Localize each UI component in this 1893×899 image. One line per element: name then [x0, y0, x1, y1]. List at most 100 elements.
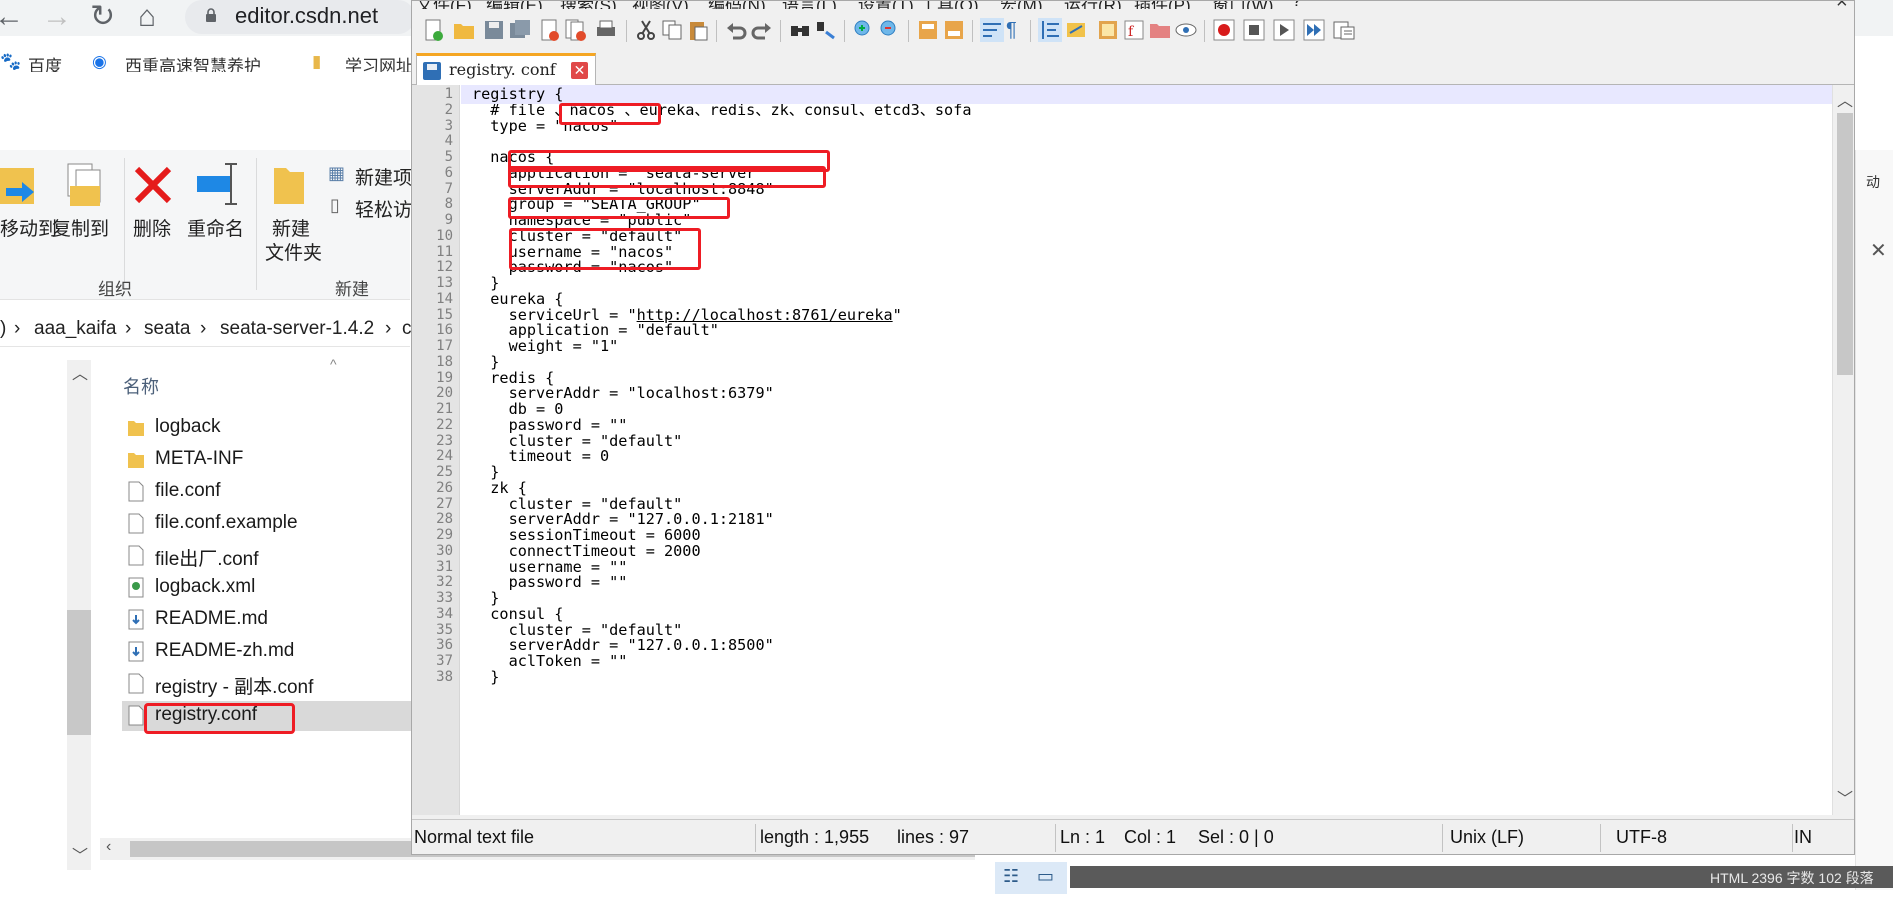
menu-item[interactable]: 编辑(E): [486, 1, 543, 9]
code-editor[interactable]: 1 2 3 4 5 6 7 8 9 10 11 12 13 14 15 16 17 18 19 20 21 22 23 24 2…: [412, 85, 1832, 815]
menu-item[interactable]: ?: [1292, 1, 1301, 9]
status-divider: [1442, 824, 1443, 852]
zoom-in-icon[interactable]: [852, 18, 876, 42]
breadcrumb-aaa-kaifa[interactable]: aaa_kaifa: [34, 318, 116, 340]
menu-item[interactable]: 工具(O): [920, 1, 979, 9]
column-header-name[interactable]: 名称: [123, 373, 159, 399]
print-icon[interactable]: [594, 18, 618, 42]
tab-registry-conf[interactable]: registry. conf ✕: [416, 53, 596, 86]
menu-item[interactable]: 文件(F): [416, 1, 472, 9]
menu-item[interactable]: 插件(P): [1134, 1, 1191, 9]
reload-icon[interactable]: ↻: [90, 2, 115, 32]
breadcrumb[interactable]: ) › aaa_kaifa › seata › seata-server-1.4…: [0, 315, 412, 347]
macro-play-icon[interactable]: [1272, 18, 1296, 42]
status-encoding[interactable]: UTF-8: [1616, 827, 1667, 848]
rename-button[interactable]: 重命名: [187, 214, 244, 241]
find-icon[interactable]: [788, 18, 812, 42]
scroll-up-icon[interactable]: ︿: [1837, 87, 1853, 111]
cut-icon[interactable]: [634, 18, 658, 42]
open-file-icon[interactable]: [452, 18, 476, 42]
scroll-thumb[interactable]: [1837, 113, 1853, 375]
menu-item[interactable]: 搜索(S): [560, 1, 617, 9]
editor-scrollbar[interactable]: ︿ ﹀: [1832, 85, 1854, 815]
file-row[interactable]: registry - 副本.conf: [122, 669, 412, 699]
function-list-icon[interactable]: f: [1122, 18, 1146, 42]
easy-access-button[interactable]: 轻松访: [355, 195, 412, 222]
file-row[interactable]: README.md: [122, 605, 412, 635]
folder-workspace-icon[interactable]: [1148, 18, 1172, 42]
zoom-out-icon[interactable]: [878, 18, 902, 42]
monitoring-eye-icon[interactable]: [1174, 18, 1198, 42]
url-link[interactable]: http://localhost:8761/eureka: [637, 306, 893, 324]
scroll-thumb[interactable]: [67, 610, 91, 735]
scroll-down-icon[interactable]: ﹀: [1837, 785, 1853, 809]
define-language-icon[interactable]: [1064, 18, 1088, 42]
sync-vertical-icon[interactable]: [916, 18, 940, 42]
line-number-gutter: 1 2 3 4 5 6 7 8 9 10 11 12 13 14 15 16 17 18 19 20 21 22 23 24 2…: [412, 85, 460, 815]
annotation-box-namespace: [508, 197, 730, 219]
word-wrap-icon[interactable]: [980, 18, 1004, 42]
bookmark-study[interactable]: 学习网址: [345, 52, 413, 72]
url-text: editor.csdn.net: [235, 3, 379, 28]
close-all-icon[interactable]: [564, 18, 588, 42]
sync-horizontal-icon[interactable]: [942, 18, 966, 42]
file-row[interactable]: file.conf.example: [122, 509, 412, 539]
view-toggle[interactable]: ☷ ▭: [995, 862, 1067, 894]
new-folder-label-1[interactable]: 新建: [272, 214, 310, 241]
menu-item[interactable]: 窗口(W): [1212, 1, 1273, 9]
file-row[interactable]: file.conf: [122, 477, 412, 507]
breadcrumb-seata-server[interactable]: seata-server-1.4.2: [220, 318, 374, 340]
new-folder-label-2[interactable]: 文件夹: [265, 238, 322, 265]
bookmark-xizhong[interactable]: 西重高速智慧养护: [125, 52, 261, 72]
file-name: README.md: [155, 608, 268, 629]
menu-item[interactable]: 运行(R): [1064, 1, 1122, 9]
paste-icon[interactable]: [686, 18, 710, 42]
close-file-icon[interactable]: [538, 18, 562, 42]
file-row[interactable]: logback: [122, 413, 412, 443]
file-row[interactable]: META-INF: [122, 445, 412, 475]
home-icon[interactable]: ⌂: [138, 2, 156, 32]
save-all-icon[interactable]: [508, 18, 532, 42]
tab-close-icon[interactable]: ✕: [571, 62, 588, 79]
menu-item[interactable]: 宏(M): [1000, 1, 1042, 9]
new-item-button[interactable]: 新建项: [355, 163, 412, 190]
menu-item[interactable]: 语言(L): [782, 1, 837, 9]
undo-icon[interactable]: [724, 18, 748, 42]
status-eol[interactable]: Unix (LF): [1450, 827, 1524, 848]
macro-stop-icon[interactable]: [1242, 18, 1266, 42]
scroll-down-icon[interactable]: ﹀: [72, 842, 88, 866]
menu-item[interactable]: 编码(N): [708, 1, 766, 9]
move-to-button[interactable]: 移动到: [0, 214, 57, 241]
delete-button[interactable]: 删除: [133, 214, 171, 241]
back-arrow-icon[interactable]: ←: [0, 2, 24, 32]
toolbar-separator: [972, 20, 973, 42]
file-row[interactable]: README-zh.md: [122, 637, 412, 667]
indent-guide-icon[interactable]: [1038, 18, 1062, 42]
forward-arrow-icon[interactable]: →: [42, 2, 72, 32]
bookmark-baidu[interactable]: 百度: [28, 52, 62, 72]
redo-icon[interactable]: [750, 18, 774, 42]
doc-map-icon[interactable]: [1096, 18, 1120, 42]
scroll-up-icon[interactable]: ︿: [72, 360, 88, 384]
details-view-icon[interactable]: ☷: [1003, 866, 1019, 887]
replace-icon[interactable]: [814, 18, 838, 42]
address-bar[interactable]: editor.csdn.net: [185, 0, 415, 34]
scroll-left-icon[interactable]: ‹: [106, 838, 111, 856]
window-close-icon[interactable]: ×: [1836, 1, 1848, 14]
menu-item[interactable]: 视图(V): [632, 1, 689, 9]
copy-icon[interactable]: [660, 18, 684, 42]
save-icon[interactable]: [482, 18, 506, 42]
macro-run-multiple-icon[interactable]: [1302, 18, 1326, 42]
breadcrumb-seata[interactable]: seata: [144, 318, 190, 340]
menu-item[interactable]: 设置(T): [858, 1, 914, 9]
show-all-chars-icon[interactable]: ¶: [1006, 18, 1030, 42]
close-icon[interactable]: ✕: [1870, 238, 1887, 263]
copy-to-button[interactable]: 复制到: [52, 214, 109, 241]
macro-save-icon[interactable]: [1332, 18, 1356, 42]
new-file-icon[interactable]: [422, 18, 446, 42]
file-row[interactable]: file出厂.conf: [122, 541, 412, 571]
macro-record-icon[interactable]: [1212, 18, 1236, 42]
thumbnail-view-icon[interactable]: ▭: [1037, 866, 1054, 887]
file-row[interactable]: logback.xml: [122, 573, 412, 603]
explorer-scrollbar[interactable]: ︿ ﹀: [67, 360, 91, 870]
